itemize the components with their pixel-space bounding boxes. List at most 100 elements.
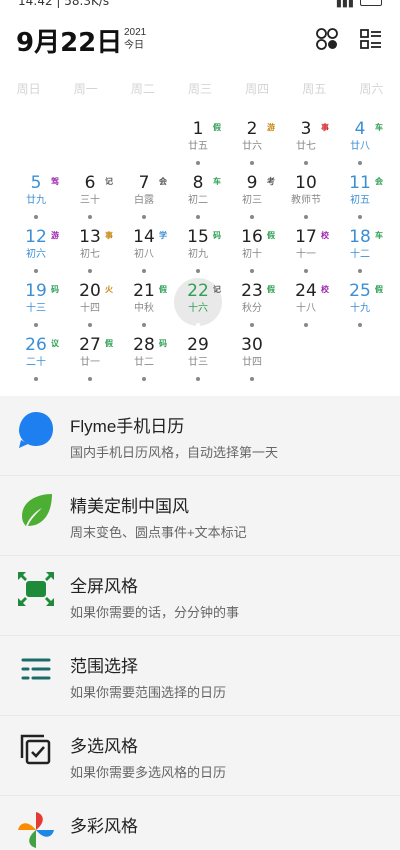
lunar-date: 初八	[134, 249, 154, 260]
calendar-day[interactable]: 17 十一校	[281, 226, 331, 278]
fullscreen-icon	[18, 572, 54, 606]
calendar-style-list: Flyme手机日历 国内手机日历风格，自动选择第一天 精美定制中国风 周末变色、…	[0, 396, 400, 850]
style-item-range[interactable]: 范围选择 如果你需要范围选择的日历	[0, 636, 400, 716]
day-number: 10	[295, 173, 317, 193]
style-item-subtitle: 如果你需要多选风格的日历	[70, 765, 227, 780]
range-list-icon	[21, 658, 51, 680]
blue-drop-icon	[19, 412, 53, 448]
lunar-date: 初九	[188, 249, 208, 260]
event-tag: 假	[105, 339, 113, 348]
calendar-day[interactable]: 26 二十议	[11, 334, 61, 386]
calendar-day[interactable]: 30 廿四	[227, 334, 277, 386]
calendar-day[interactable]: 6 三十记	[65, 172, 115, 224]
event-tag: 考	[267, 177, 275, 186]
style-item-fullscreen[interactable]: 全屏风格 如果你需要的话，分分钟的事	[0, 556, 400, 636]
style-item-subtitle: 如果你需要的话，分分钟的事	[70, 605, 240, 620]
calendar-day[interactable]: 10 教师节	[281, 172, 331, 224]
style-item-chinese[interactable]: 精美定制中国风 周末变色、圆点事件+文本标记	[0, 476, 400, 556]
calendar-day[interactable]: 11 初五会	[335, 172, 385, 224]
lunar-date: 十三	[26, 303, 46, 314]
event-tag: 码	[213, 231, 221, 240]
lunar-date: 廿八	[350, 141, 370, 152]
calendar-day[interactable]: 8 初二车	[173, 172, 223, 224]
calendar-day[interactable]: 7 白露会	[119, 172, 169, 224]
calendar-day[interactable]: 27 廿一假	[65, 334, 115, 386]
event-dot	[304, 215, 308, 219]
day-number: 30	[241, 335, 263, 355]
lunar-date: 廿五	[188, 141, 208, 152]
calendar-day[interactable]: 28 廿二码	[119, 334, 169, 386]
weekday-row: 周日 周一 周二 周三 周四 周五 周六	[0, 80, 400, 96]
calendar-day[interactable]: 2 廿六游	[227, 118, 277, 170]
style-item-title: 全屏风格	[70, 577, 138, 596]
calendar-month-grid: 1 廿五假 2 廿六游 3 廿七事 4 廿八车 5 廿九驾 6 三十记 7 白露会 8 初二车 9 初三考 10 教师…	[0, 112, 400, 394]
event-dot	[358, 323, 362, 327]
style-item-colorful[interactable]: 多彩风格	[0, 796, 400, 850]
weekday-sat: 周六	[359, 82, 384, 96]
theme-switch-button[interactable]	[314, 26, 340, 52]
year-today-block[interactable]: 2021 今日	[124, 26, 146, 52]
event-dot	[304, 161, 308, 165]
event-tag: 事	[105, 231, 113, 240]
event-tag: 码	[159, 339, 167, 348]
style-item-multi-select[interactable]: 多选风格 如果你需要多选风格的日历	[0, 716, 400, 796]
style-item-flyme[interactable]: Flyme手机日历 国内手机日历风格，自动选择第一天	[0, 396, 400, 476]
theme-grid-icon	[316, 28, 338, 50]
style-item-title: 多选风格	[70, 737, 138, 756]
calendar-day[interactable]: 5 廿九驾	[11, 172, 61, 224]
event-dot	[358, 269, 362, 273]
calendar-day[interactable]: 4 廿八车	[335, 118, 385, 170]
event-dot	[34, 323, 38, 327]
calendar-day[interactable]: 21 中秋假	[119, 280, 169, 332]
calendar-day[interactable]: 16 初十假	[227, 226, 277, 278]
event-dot	[88, 215, 92, 219]
calendar-day[interactable]: 25 十九假	[335, 280, 385, 332]
calendar-day[interactable]: 19 十三码	[11, 280, 61, 332]
event-dot	[88, 377, 92, 381]
calendar-day[interactable]: 3 廿七事	[281, 118, 331, 170]
lunar-date: 初十	[242, 249, 262, 260]
event-dot	[196, 323, 200, 327]
status-bar: 14:42 | 58.3K/s ▮▮▮	[0, 0, 400, 14]
calendar-day[interactable]: 24 十八校	[281, 280, 331, 332]
event-dot	[34, 215, 38, 219]
calendar-day[interactable]: 23 秋分假	[227, 280, 277, 332]
event-tag: 游	[51, 231, 59, 240]
calendar-day[interactable]: 22 十六记	[173, 278, 223, 332]
calendar-day[interactable]: 1 廿五假	[173, 118, 223, 170]
lunar-date: 十六	[188, 303, 208, 314]
event-tag: 假	[375, 285, 383, 294]
list-menu-button[interactable]	[358, 26, 384, 52]
day-number: 29	[187, 335, 209, 355]
lunar-date: 廿一	[80, 357, 100, 368]
event-tag: 假	[267, 285, 275, 294]
event-tag: 假	[159, 285, 167, 294]
lunar-date: 十二	[350, 249, 370, 260]
calendar-day[interactable]: 15 初九码	[173, 226, 223, 278]
calendar-day[interactable]: 29 廿三	[173, 334, 223, 386]
calendar-day[interactable]: 20 十四火	[65, 280, 115, 332]
signal-icon: ▮▮▮	[335, 0, 354, 9]
style-item-title: 多彩风格	[70, 817, 138, 836]
event-dot	[88, 323, 92, 327]
event-tag: 假	[267, 231, 275, 240]
event-tag: 车	[375, 231, 383, 240]
calendar-day[interactable]: 14 初八学	[119, 226, 169, 278]
current-date-title: 9月22日	[16, 28, 123, 58]
style-item-title: Flyme手机日历	[70, 417, 185, 436]
event-tag: 车	[213, 177, 221, 186]
lunar-date: 十八	[296, 303, 316, 314]
calendar-day[interactable]: 9 初三考	[227, 172, 277, 224]
calendar-day[interactable]: 18 十二车	[335, 226, 385, 278]
event-tag: 游	[267, 123, 275, 132]
lunar-date: 二十	[26, 357, 46, 368]
event-dot	[142, 215, 146, 219]
event-tag: 事	[321, 123, 329, 132]
lunar-date: 初七	[80, 249, 100, 260]
lunar-date: 廿四	[242, 357, 262, 368]
weekday-fri: 周五	[302, 82, 327, 96]
calendar-day[interactable]: 13 初七事	[65, 226, 115, 278]
event-dot	[142, 377, 146, 381]
lunar-date: 中秋	[134, 303, 154, 314]
calendar-day[interactable]: 12 初六游	[11, 226, 61, 278]
